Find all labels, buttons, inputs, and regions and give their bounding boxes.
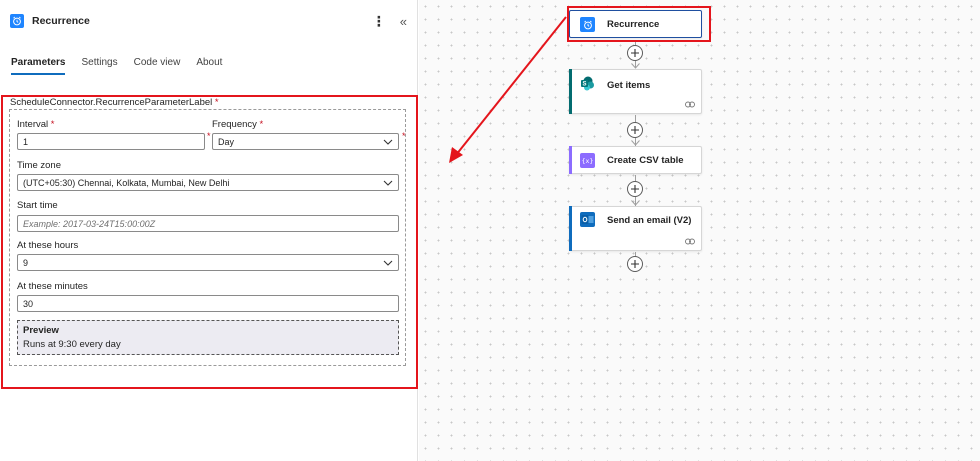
tab-settings[interactable]: Settings [81,57,117,75]
required-marker: * [214,97,219,108]
sharepoint-icon: S [580,76,595,91]
preview-title: Preview [23,325,59,336]
step-title: Create CSV table [607,155,684,166]
interval-value: 1 [23,136,29,147]
add-step-button[interactable] [627,256,643,272]
plus-icon [631,185,639,193]
step-accent-bar [569,146,572,174]
hours-value: 9 [23,257,29,268]
step-card-send-email[interactable]: Send an email (V2) [569,206,702,251]
outlook-icon [580,212,595,227]
panel-tabs: Parameters Settings Code view About [11,57,238,75]
tab-code-view[interactable]: Code view [134,57,181,75]
tab-parameters[interactable]: Parameters [11,57,66,75]
minutes-input[interactable]: 30 [17,295,399,312]
frequency-dropdown[interactable]: Day [212,133,399,150]
plus-icon [631,49,639,57]
add-step-button[interactable] [627,45,643,61]
alarm-clock-icon [10,14,24,28]
panel-header: Recurrence ⋮ « [10,11,407,31]
svg-text:{x}: {x} [582,157,593,165]
required-marker: * [259,119,264,130]
chevron-down-icon [383,260,393,266]
schedule-preview: Preview Runs at 9:30 every day [17,320,399,355]
plus-icon [631,126,639,134]
step-title: Get items [607,80,651,91]
hours-dropdown[interactable]: 9 [17,254,399,271]
schedule-parameter-label: ScheduleConnector.RecurrenceParameterLab… [10,97,219,108]
data-operation-icon: {x} [580,153,595,168]
step-accent-bar [569,69,572,114]
svg-text:S: S [582,82,586,88]
frequency-label: Frequency * [212,119,263,130]
tab-about[interactable]: About [196,57,222,75]
step-card-get-items[interactable]: S Get items [569,69,702,114]
time-zone-dropdown[interactable]: (UTC+05:30) Chennai, Kolkata, Mumbai, Ne… [17,174,399,191]
frequency-value: Day [218,136,235,147]
preview-text: Runs at 9:30 every day [23,339,121,350]
start-time-placeholder: Example: 2017-03-24T15:00:00Z [23,218,156,229]
add-step-button[interactable] [627,181,643,197]
interval-required-marker: * [207,131,211,141]
add-step-button[interactable] [627,122,643,138]
chevron-down-icon [383,180,393,186]
interval-label: Interval * [17,119,55,130]
interval-label-text: Interval [17,119,49,130]
step-card-create-csv-table[interactable]: {x} Create CSV table [569,146,702,174]
start-time-input[interactable]: Example: 2017-03-24T15:00:00Z [17,215,399,232]
schedule-label-text: ScheduleConnector.RecurrenceParameterLab… [10,97,213,108]
start-time-label: Start time [17,200,58,211]
hours-label: At these hours [17,240,79,251]
chevron-down-icon [383,139,393,145]
step-title: Send an email (V2) [607,215,692,226]
interval-input[interactable]: 1 [17,133,205,150]
step-accent-bar [569,206,572,251]
more-options-icon[interactable]: ⋮ [372,14,386,28]
panel-title: Recurrence [32,15,90,27]
frequency-required-marker: * [402,131,406,141]
minutes-label: At these minutes [17,281,88,292]
link-icon [685,101,695,108]
time-zone-label: Time zone [17,160,61,171]
minutes-value: 30 [23,298,34,309]
required-marker: * [50,119,55,130]
collapse-panel-icon[interactable]: « [400,15,407,28]
link-icon [685,238,695,245]
plus-icon [631,260,639,268]
frequency-label-text: Frequency [212,119,257,130]
recurrence-highlight-box [567,6,711,42]
time-zone-value: (UTC+05:30) Chennai, Kolkata, Mumbai, Ne… [23,177,230,188]
